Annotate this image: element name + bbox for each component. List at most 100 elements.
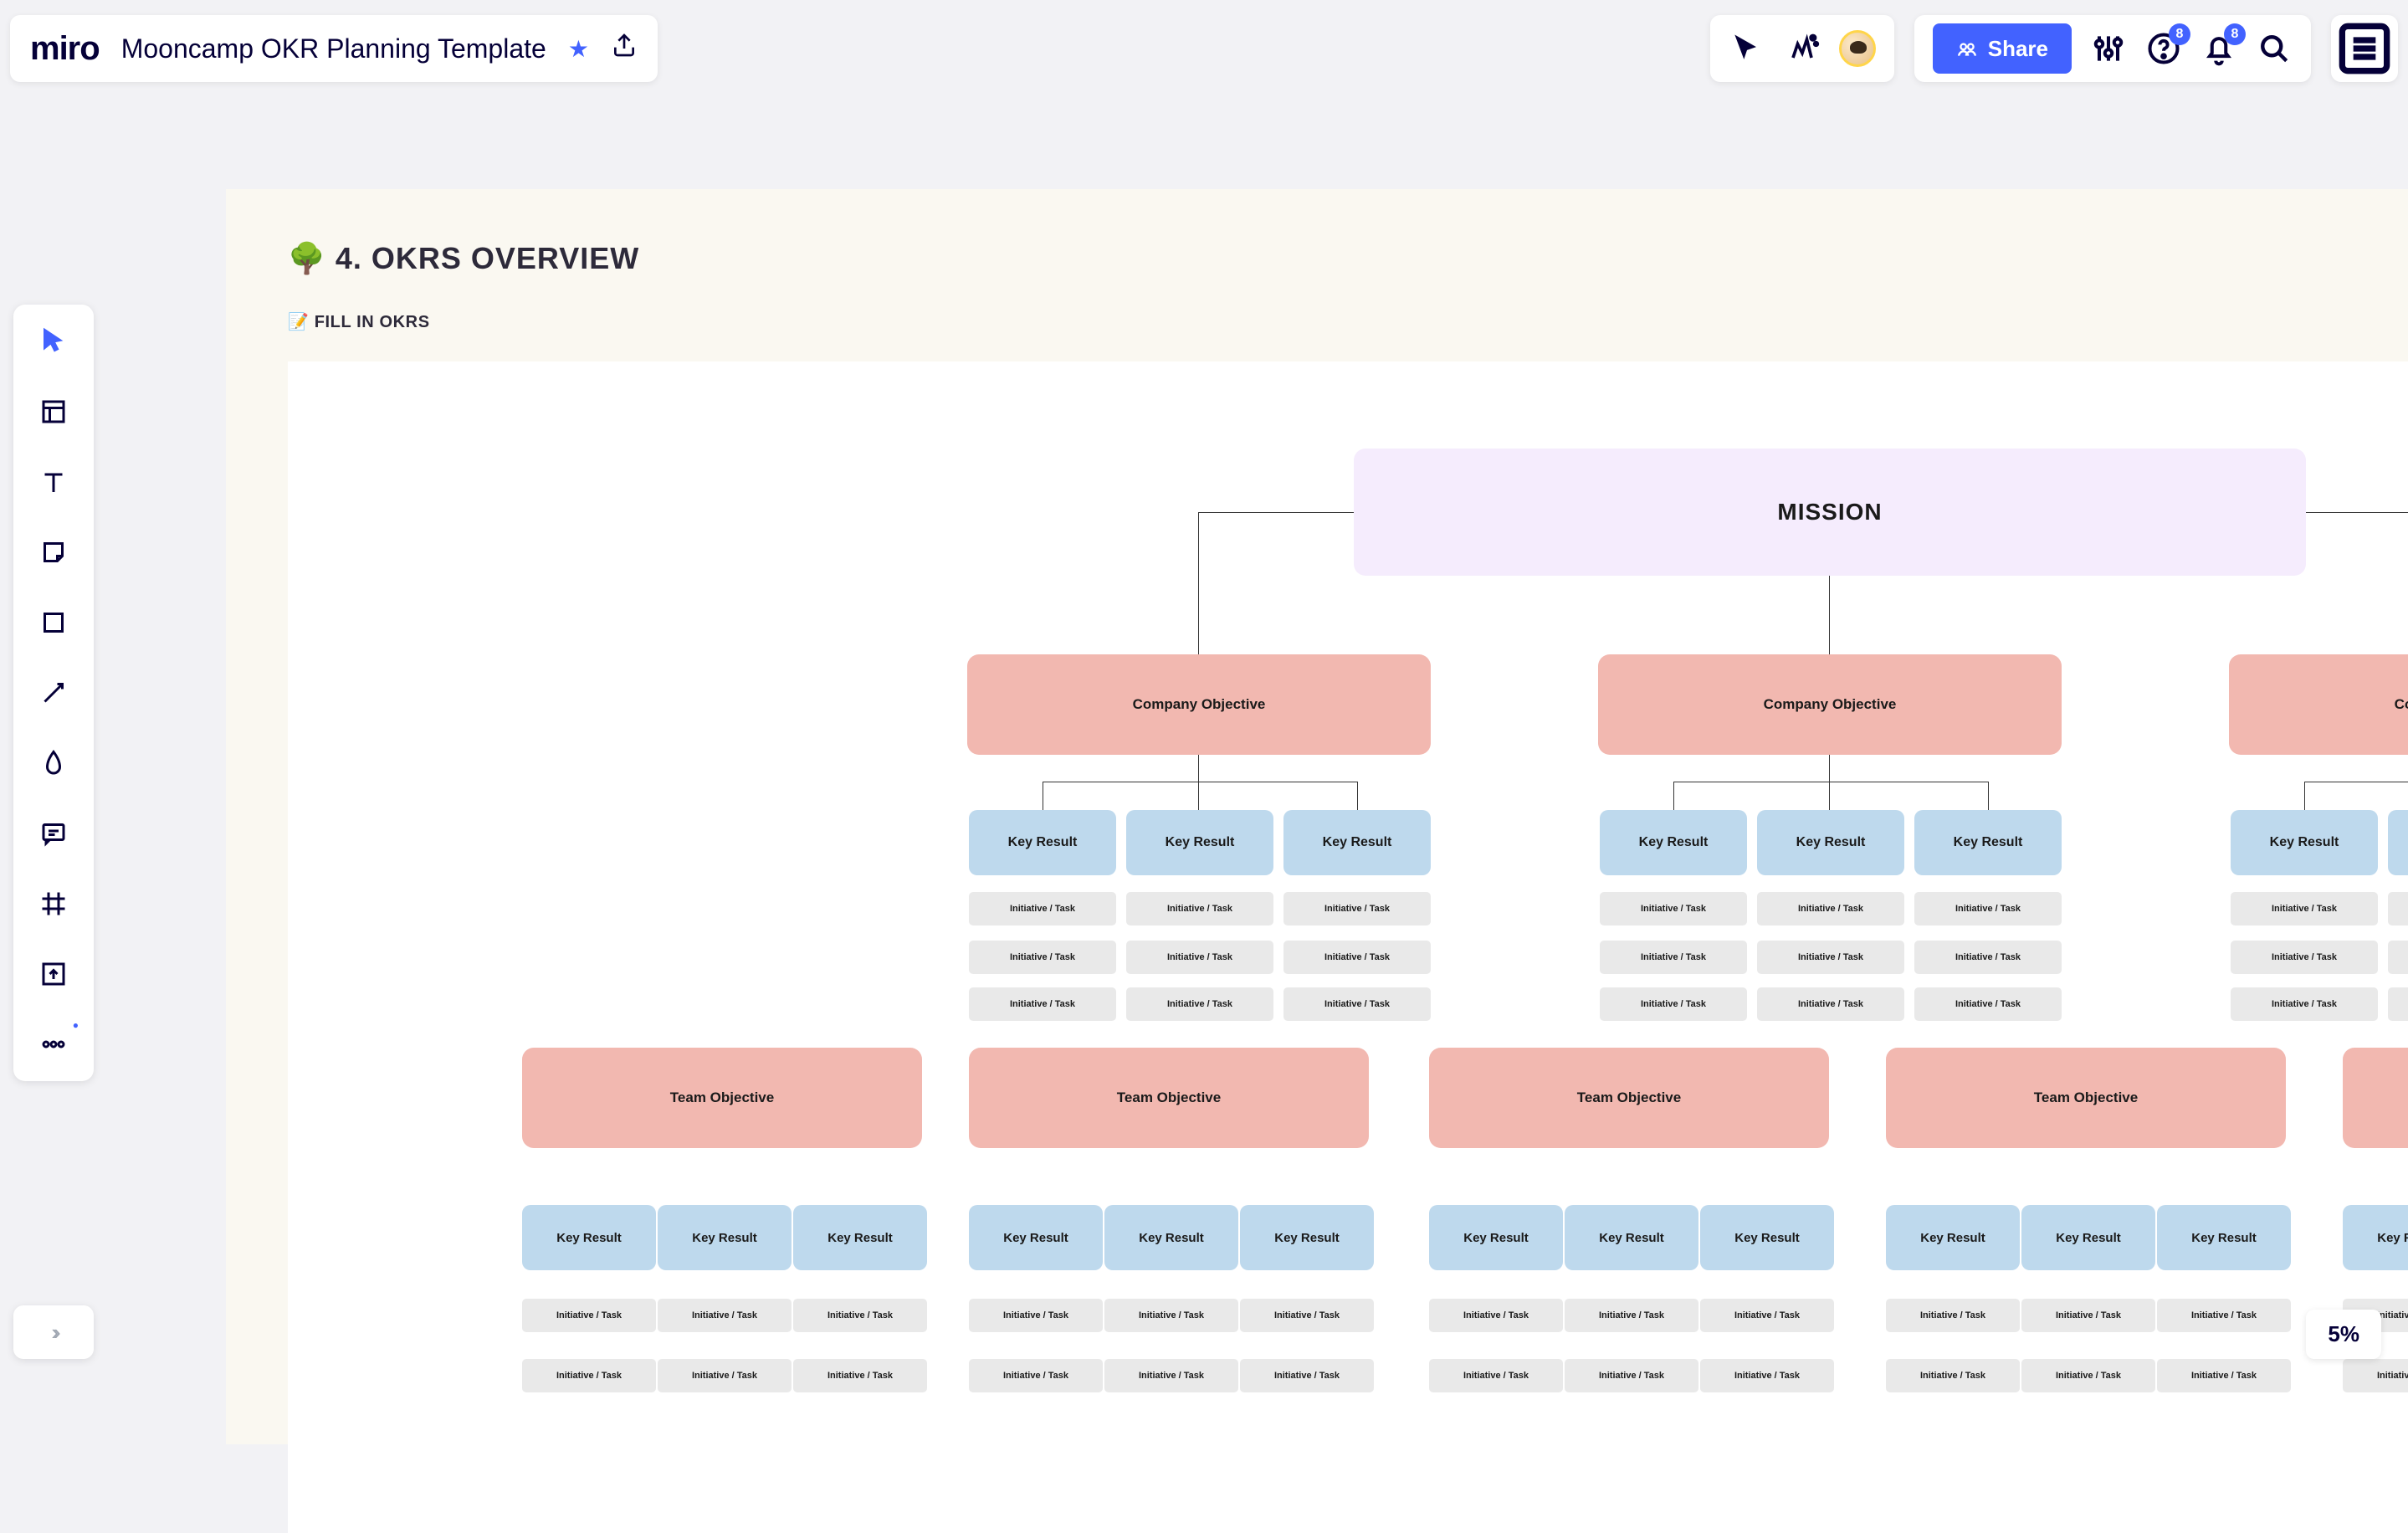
initiative-node[interactable]: Initiative / Task [1565, 1299, 1698, 1332]
initiative-node[interactable]: Initiative / Task [1757, 941, 1904, 974]
key-result-node[interactable]: Key Result [1283, 810, 1431, 875]
key-result-node[interactable]: Key Result [1914, 810, 2062, 875]
initiative-node[interactable]: Initiative / Task [1104, 1299, 1238, 1332]
initiative-node[interactable]: Initiative / Task [2021, 1299, 2155, 1332]
initiative-node[interactable]: Initiative / Task [1700, 1359, 1834, 1392]
initiative-node[interactable]: Initiative / Task [793, 1359, 927, 1392]
initiative-node[interactable]: Initiative / Task [1600, 941, 1747, 974]
board-title[interactable]: Mooncamp OKR Planning Template [121, 33, 546, 64]
key-result-node[interactable]: Key Result [1886, 1205, 2020, 1270]
initiative-node[interactable]: Initiative / Task [2388, 987, 2408, 1021]
initiative-node[interactable]: Initiative / Task [1429, 1359, 1563, 1392]
key-result-node[interactable]: Key Result [2021, 1205, 2155, 1270]
initiative-node[interactable]: Initiative / Task [2157, 1359, 2291, 1392]
more-tools[interactable] [33, 1024, 74, 1064]
company-objective-node[interactable]: Company Objective [1598, 654, 2062, 755]
initiative-node[interactable]: Initiative / Task [658, 1299, 792, 1332]
key-result-node[interactable]: Key Result [2157, 1205, 2291, 1270]
key-result-node[interactable]: Key Result [1104, 1205, 1238, 1270]
key-result-node[interactable]: Key Result [969, 1205, 1103, 1270]
key-result-node[interactable]: Key Result [2231, 810, 2378, 875]
initiative-node[interactable]: Initiative / Task [1700, 1299, 1834, 1332]
initiative-node[interactable]: Initiative / Task [969, 1299, 1103, 1332]
initiative-node[interactable]: Initiative / Task [793, 1299, 927, 1332]
text-tool[interactable] [33, 462, 74, 502]
initiative-node[interactable]: Initiative / Task [1126, 941, 1273, 974]
initiative-node[interactable]: Initiative / Task [1126, 892, 1273, 925]
avatar[interactable] [1839, 30, 1876, 67]
star-icon[interactable]: ★ [568, 35, 589, 63]
initiative-node[interactable]: Initiative / Task [1600, 987, 1747, 1021]
mission-node[interactable]: MISSION [1354, 449, 2306, 576]
initiative-node[interactable]: Initiative / Task [658, 1359, 792, 1392]
sticky-note-tool[interactable] [33, 532, 74, 572]
initiative-node[interactable]: Initiative / Task [1283, 987, 1431, 1021]
initiative-node[interactable]: Initiative / Task [1886, 1359, 2020, 1392]
initiative-node[interactable]: Initiative / Task [1429, 1299, 1563, 1332]
initiative-node[interactable]: Initiative / Task [1104, 1359, 1238, 1392]
initiative-node[interactable]: Initiative / Task [2021, 1359, 2155, 1392]
key-result-node[interactable]: Key Result [1600, 810, 1747, 875]
key-result-node[interactable]: Key Result [1429, 1205, 1563, 1270]
key-result-node[interactable]: Key Result [2388, 810, 2408, 875]
zoom-level[interactable]: 5% [2306, 1310, 2381, 1359]
key-result-node[interactable]: Key Result [658, 1205, 792, 1270]
initiative-node[interactable]: Initiative / Task [1757, 892, 1904, 925]
initiative-node[interactable]: Initiative / Task [969, 1359, 1103, 1392]
initiative-node[interactable]: Initiative / Task [2231, 941, 2378, 974]
initiative-node[interactable]: Initiative / Task [1914, 941, 2062, 974]
initiative-node[interactable]: Initiative / Task [2388, 892, 2408, 925]
upload-tool[interactable] [33, 954, 74, 994]
cursor-arrow-icon[interactable] [1729, 30, 1765, 67]
share-button[interactable]: Share [1933, 23, 2072, 74]
miro-canvas[interactable]: 🌳 4. OKRS OVERVIEW 📝 FILL IN OKRS MISSIO… [0, 0, 2408, 1379]
key-result-node[interactable]: Key Result [1565, 1205, 1698, 1270]
reactions-icon[interactable] [1784, 30, 1821, 67]
select-tool[interactable] [33, 321, 74, 361]
initiative-node[interactable]: Initiative / Task [969, 987, 1116, 1021]
key-result-node[interactable]: Key Result [1757, 810, 1904, 875]
initiative-node[interactable]: Initiative / Task [1914, 987, 2062, 1021]
initiative-node[interactable]: Initiative / Task [2157, 1299, 2291, 1332]
initiative-node[interactable]: Initiative / Task [522, 1359, 656, 1392]
key-result-node[interactable]: Key Result [2343, 1205, 2408, 1270]
key-result-node[interactable]: Key Result [522, 1205, 656, 1270]
initiative-node[interactable]: Initiative / Task [1600, 892, 1747, 925]
comment-tool[interactable] [33, 813, 74, 854]
frame-tool[interactable] [33, 884, 74, 924]
initiative-node[interactable]: Initiative / Task [1240, 1299, 1374, 1332]
initiative-node[interactable]: Initiative / Task [2231, 987, 2378, 1021]
key-result-node[interactable]: Key Result [1126, 810, 1273, 875]
initiative-node[interactable]: Initiative / Task [969, 941, 1116, 974]
miro-logo[interactable]: miro [30, 30, 100, 68]
search-icon[interactable] [2256, 30, 2293, 67]
initiative-node[interactable]: Initiative / Task [1240, 1359, 1374, 1392]
notifications-icon[interactable]: 8 [2201, 30, 2237, 67]
expand-toolbar-button[interactable]: ›› [13, 1305, 94, 1359]
templates-tool[interactable] [33, 392, 74, 432]
team-objective-node[interactable]: Team Objective [1886, 1048, 2286, 1148]
connection-line-tool[interactable] [33, 673, 74, 713]
company-objective-node[interactable]: Company Objective [2229, 654, 2408, 755]
team-objective-node[interactable]: Team Objective [2343, 1048, 2408, 1148]
key-result-node[interactable]: Key Result [1700, 1205, 1834, 1270]
initiative-node[interactable]: Initiative / Task [969, 892, 1116, 925]
team-objective-node[interactable]: Team Objective [969, 1048, 1369, 1148]
initiative-node[interactable]: Initiative / Task [1283, 941, 1431, 974]
initiative-node[interactable]: Initiative / Task [2231, 892, 2378, 925]
key-result-node[interactable]: Key Result [1240, 1205, 1374, 1270]
company-objective-node[interactable]: Company Objective [967, 654, 1431, 755]
panel-toggle-icon[interactable] [2331, 15, 2398, 82]
team-objective-node[interactable]: Team Objective [1429, 1048, 1829, 1148]
initiative-node[interactable]: Initiative / Task [1126, 987, 1273, 1021]
initiative-node[interactable]: Initiative / Task [522, 1299, 656, 1332]
initiative-node[interactable]: Initiative / Task [1757, 987, 1904, 1021]
initiative-node[interactable]: Initiative / Task [2343, 1359, 2408, 1392]
pen-tool[interactable] [33, 743, 74, 783]
help-icon[interactable]: 8 [2145, 30, 2182, 67]
key-result-node[interactable]: Key Result [969, 810, 1116, 875]
initiative-node[interactable]: Initiative / Task [1283, 892, 1431, 925]
key-result-node[interactable]: Key Result [793, 1205, 927, 1270]
initiative-node[interactable]: Initiative / Task [1886, 1299, 2020, 1332]
initiative-node[interactable]: Initiative / Task [2388, 941, 2408, 974]
